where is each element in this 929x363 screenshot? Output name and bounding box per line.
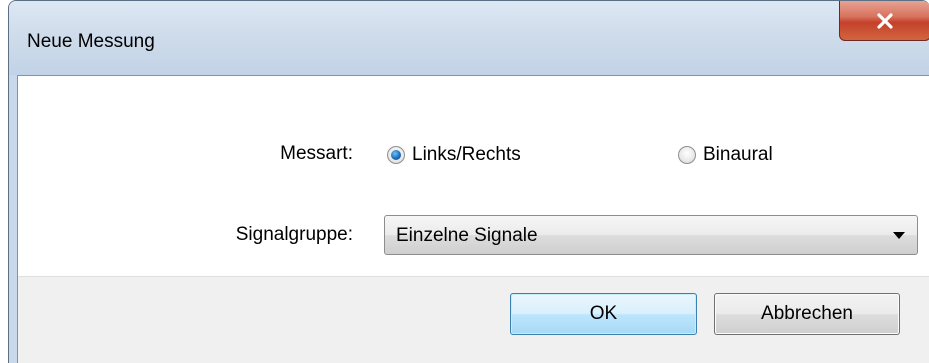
cancel-button[interactable]: Abbrechen — [714, 293, 900, 335]
radio-binaural-label: Binaural — [703, 144, 773, 165]
window-title: Neue Messung — [27, 31, 155, 52]
dialog-window: Neue Messung Messart: Links/Rechts Binau… — [8, 0, 929, 363]
radio-selected-dot — [391, 150, 401, 160]
signal-group-value: Einzelne Signale — [396, 225, 538, 246]
dialog-client-area: Messart: Links/Rechts Binaural Signalgru… — [17, 75, 929, 363]
measurement-type-label: Messart: — [280, 143, 353, 164]
close-icon — [877, 12, 893, 29]
ok-button[interactable]: OK — [510, 293, 697, 335]
close-button[interactable] — [839, 1, 929, 41]
radio-links-rechts-label: Links/Rechts — [412, 144, 521, 165]
chevron-down-icon — [893, 232, 905, 239]
radio-links-rechts[interactable]: Links/Rechts — [387, 144, 521, 166]
radio-binaural[interactable]: Binaural — [678, 144, 773, 166]
radio-circle — [678, 146, 696, 164]
radio-circle — [387, 146, 405, 164]
signal-group-select[interactable]: Einzelne Signale — [384, 215, 918, 255]
signal-group-label: Signalgruppe: — [235, 224, 353, 245]
title-bar[interactable]: Neue Messung — [9, 1, 929, 75]
